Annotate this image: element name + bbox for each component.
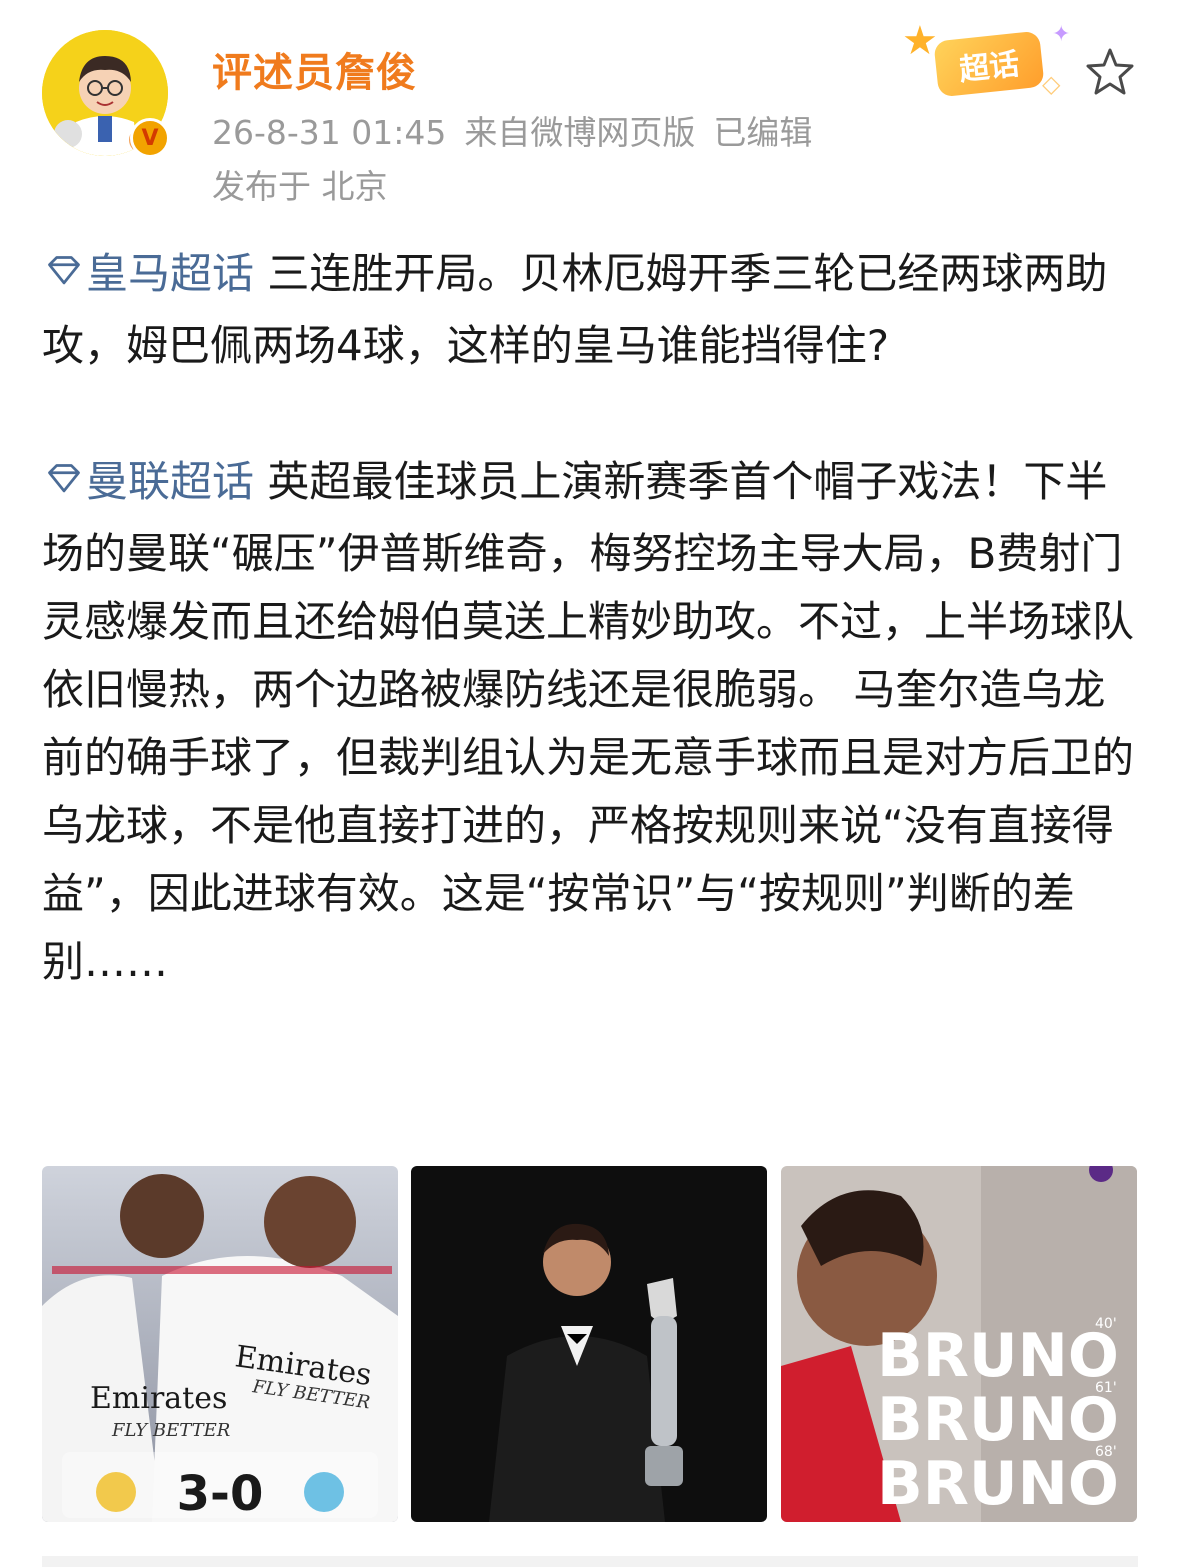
image-real-madrid-celebration[interactable]: Emirates FLY BETTER Emirates FLY BETTER … xyxy=(42,1166,398,1522)
verified-badge-icon: V xyxy=(130,118,170,158)
post-content: 皇马超话 三连胜开局。贝林厄姆开季三轮已经两球两助攻，姆巴佩两场4球，这样的皇马… xyxy=(42,240,1142,996)
post-time[interactable]: 26-8-31 01:45 xyxy=(212,113,446,152)
image-bruno-award[interactable] xyxy=(411,1166,767,1522)
post-meta: 26-8-31 01:45 来自微博网页版 已编辑 xyxy=(212,106,830,154)
image-gallery: Emirates FLY BETTER Emirates FLY BETTER … xyxy=(42,1166,1138,1524)
star-outline-icon[interactable] xyxy=(1084,46,1136,98)
author-name[interactable]: 评述员詹俊 xyxy=(212,40,417,98)
paragraph-text: 英超最佳球员上演新赛季首个帽子戏法！下半场的曼联“碾压”伊普斯维奇，梅努控场主导… xyxy=(42,457,1135,986)
paragraph-real-madrid: 皇马超话 三连胜开局。贝林厄姆开季三轮已经两球两助攻，姆巴佩两场4球，这样的皇马… xyxy=(42,240,1142,380)
topic-link-man-utd[interactable]: 曼联超话 xyxy=(42,457,254,506)
bruno-line-2: BRUNO xyxy=(877,1385,1119,1455)
post-header: V 评述员詹俊 26-8-31 01:45 来自微博网页版 已编辑 发布于 北京 ★… xyxy=(0,0,1179,220)
sponsor-sub-text: FLY BETTER xyxy=(111,1420,230,1441)
diamond-topic-icon xyxy=(42,244,86,312)
topic-label: 皇马超话 xyxy=(86,249,255,298)
goal-minute-3: 68' xyxy=(1095,1444,1117,1460)
sparkle-star-icon: ★ xyxy=(902,18,938,64)
bruno-line-3: BRUNO xyxy=(877,1449,1119,1519)
bruno-line-1: BRUNO xyxy=(877,1321,1119,1391)
sponsor-text: Emirates xyxy=(90,1381,227,1416)
topic-link-real-madrid[interactable]: 皇马超话 xyxy=(42,249,254,298)
paragraph-man-utd: 曼联超话 英超最佳球员上演新赛季首个帽子戏法！下半场的曼联“碾压”伊普斯维奇，梅… xyxy=(42,448,1142,996)
chaohua-badge-label: 超话 xyxy=(933,30,1045,98)
post-source: 来自微博网页版 xyxy=(464,113,696,152)
chaohua-badge[interactable]: ★ 超话 ✦ ◇ xyxy=(902,18,1072,98)
diamond-topic-icon xyxy=(42,452,86,520)
match-score: 3-0 xyxy=(177,1466,264,1522)
goal-minute-1: 40' xyxy=(1095,1316,1117,1332)
bottom-divider xyxy=(42,1556,1138,1567)
image-bruno-hattrick[interactable]: BRUNO BRUNO BRUNO 40' 61' 68' xyxy=(781,1166,1137,1522)
sparkle-icon: ✦ xyxy=(1052,22,1071,47)
diamond-icon: ◇ xyxy=(1042,70,1061,98)
post-location: 发布于 北京 xyxy=(212,167,388,206)
topic-label: 曼联超话 xyxy=(86,457,255,506)
goal-minute-2: 61' xyxy=(1095,1380,1117,1396)
edited-label[interactable]: 已编辑 xyxy=(713,113,812,152)
